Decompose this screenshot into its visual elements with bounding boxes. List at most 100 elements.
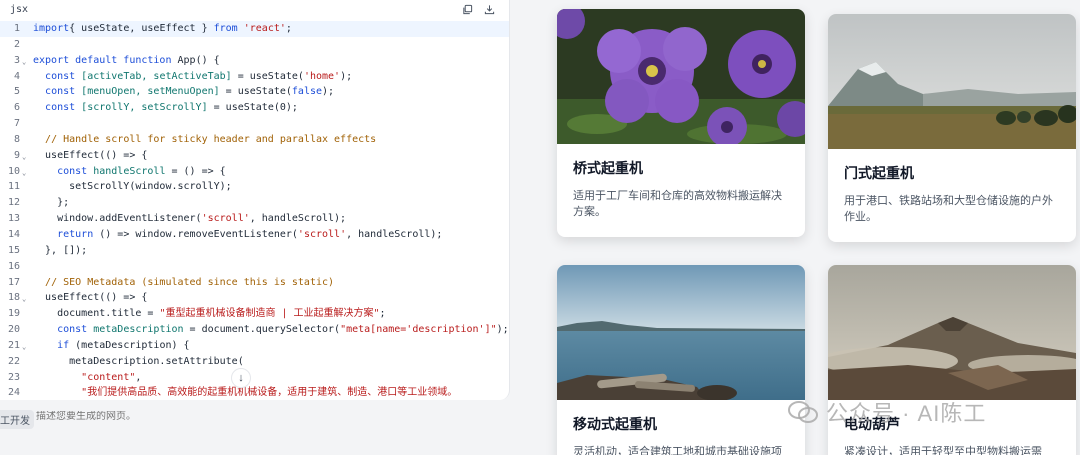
copy-icon[interactable]	[461, 3, 473, 15]
code-text: return () => window.removeEventListener(…	[33, 227, 442, 243]
code-line[interactable]: 14 return () => window.removeEventListen…	[0, 227, 509, 243]
code-token: = document.querySelector(	[183, 324, 341, 336]
code-line[interactable]: 16	[0, 259, 509, 275]
arrow-down-icon: ↓	[238, 372, 244, 384]
code-token: [scrollY, setScrollY]	[81, 102, 208, 114]
code-token: = useState(	[219, 86, 292, 98]
product-card[interactable]: 移动式起重机 灵活机动，适合建筑工地和城市基础设施项	[557, 265, 805, 455]
code-token: "我们提供高品质、高效能的起重机机械设备，适用于建筑、制造、港口等工业领域。	[81, 387, 458, 399]
code-token: = useState(0);	[207, 102, 298, 114]
code-token: {	[69, 23, 82, 34]
code-text: setScrollY(window.scrollY);	[33, 179, 232, 195]
code-token: const	[57, 165, 94, 177]
code-token: 'home'	[303, 70, 341, 82]
product-card[interactable]: 桥式起重机 适用于工厂车间和仓库的高效物料搬运解决方案。	[557, 9, 805, 237]
code-line[interactable]: 4 const [activeTab, setActiveTab] = useS…	[0, 69, 509, 85]
code-line[interactable]: 15 }, []);	[0, 243, 509, 259]
code-line[interactable]: 13 window.addEventListener('scroll', han…	[0, 211, 509, 227]
code-text: export default function App() {	[33, 53, 220, 69]
code-token: (metaDescription) {	[69, 339, 190, 351]
code-line[interactable]: 7	[0, 116, 509, 132]
line-number: 14	[7, 228, 20, 240]
code-line[interactable]: 5 const [menuOpen, setMenuOpen] = useSta…	[0, 84, 509, 100]
card-image-mountain-valley-landscape	[828, 14, 1076, 149]
code-text: if (metaDescription) {	[33, 338, 190, 354]
line-number: 11	[7, 181, 20, 193]
code-line[interactable]: 24 "我们提供高品质、高效能的起重机机械设备，适用于建筑、制造、港口等工业领域…	[0, 385, 509, 400]
code-text: // SEO Metadata (simulated since this is…	[33, 275, 334, 291]
code-token: [menuOpen, setMenuOpen]	[81, 86, 220, 98]
line-number: 19	[7, 308, 20, 320]
code-text: const [menuOpen, setMenuOpen] = useState…	[33, 84, 334, 100]
line-number: 9	[13, 149, 20, 161]
code-token: const	[45, 70, 82, 82]
code-token: , handleScroll);	[249, 213, 347, 225]
code-line[interactable]: 3 ⌄ export default function App() {	[0, 53, 509, 69]
line-number: 20	[7, 324, 20, 336]
code-line[interactable]: 8 // Handle scroll for sticky header and…	[0, 132, 509, 148]
code-line[interactable]: 23 "content",	[0, 370, 509, 386]
code-text: "content",	[33, 370, 141, 386]
code-line[interactable]: 18 ⌄ useEffect(() => {	[0, 290, 509, 306]
code-token: 'scroll'	[201, 213, 250, 225]
code-token: // Handle scroll for sticky header and p…	[45, 133, 377, 145]
line-number: 5	[13, 86, 20, 98]
prompt-input[interactable]	[36, 411, 476, 422]
line-number: 16	[7, 260, 20, 272]
code-line[interactable]: 20 const metaDescription = document.quer…	[0, 322, 509, 338]
code-text: const handleScroll = () => {	[33, 164, 226, 180]
code-text: useEffect(() => {	[33, 290, 147, 306]
line-number: 22	[7, 355, 20, 367]
code-token: metaDescription	[93, 324, 184, 336]
code-token: [activeTab, setActiveTab]	[81, 70, 232, 82]
download-icon[interactable]	[483, 3, 495, 15]
line-number: 21	[7, 339, 20, 351]
code-token: );	[496, 324, 509, 336]
code-text: useEffect(() => {	[33, 148, 147, 164]
mode-chip[interactable]: 工开发	[0, 410, 34, 429]
scroll-down-button[interactable]: ↓	[231, 368, 251, 388]
language-label: jsx	[10, 3, 29, 15]
code-token: document.title =	[33, 308, 160, 320]
code-line[interactable]: 9 ⌄ useEffect(() => {	[0, 148, 509, 164]
code-token: () => window.removeEventListener(	[93, 228, 298, 240]
line-number: 6	[13, 102, 20, 114]
code-line[interactable]: 22 metaDescription.setAttribute(	[0, 354, 509, 370]
code-line[interactable]: 11 setScrollY(window.scrollY);	[0, 179, 509, 195]
card-image-volcano-landscape	[828, 265, 1076, 400]
line-number: 2	[13, 38, 20, 50]
code-token: }	[195, 23, 214, 34]
code-line[interactable]: 17 // SEO Metadata (simulated since this…	[0, 275, 509, 291]
line-number: 12	[7, 197, 20, 209]
wechat-icon	[788, 401, 818, 423]
code-token: return	[57, 228, 94, 240]
preview-panel: 桥式起重机 适用于工厂车间和仓库的高效物料搬运解决方案。 门式起重机 用于港口、…	[534, 0, 1080, 455]
code-text: // Handle scroll for sticky header and p…	[33, 132, 376, 148]
code-text: }, []);	[33, 243, 87, 259]
code-text: metaDescription.setAttribute(	[33, 354, 244, 370]
code-line[interactable]: 21 ⌄ if (metaDescription) {	[0, 338, 509, 354]
code-line[interactable]: 1 import{ useState, useEffect } from 'rea…	[0, 21, 509, 37]
editor-toolbar	[461, 3, 495, 15]
product-card[interactable]: 门式起重机 用于港口、铁路站场和大型仓储设施的户外作业。	[828, 14, 1076, 242]
code-line[interactable]: 12 };	[0, 195, 509, 211]
code-line[interactable]: 19 document.title = "重型起重机械设备制造商 | 工业起重解…	[0, 306, 509, 322]
code-text: const [activeTab, setActiveTab] = useSta…	[33, 69, 352, 85]
code-line[interactable]: 2	[0, 37, 509, 53]
line-number: 17	[7, 276, 20, 288]
line-number: 18	[7, 292, 20, 304]
line-number: 15	[7, 244, 20, 256]
code-line[interactable]: 10 ⌄ const handleScroll = () => {	[0, 164, 509, 180]
code-text: window.addEventListener('scroll', handle…	[33, 211, 346, 227]
code-line[interactable]: 6 const [scrollY, setScrollY] = useState…	[0, 100, 509, 116]
prompt-bar: 工开发	[0, 400, 515, 455]
code-text: document.title = "重型起重机械设备制造商 | 工业起重解决方案…	[33, 306, 386, 322]
code-area[interactable]: 1 import{ useState, useEffect } from 'rea…	[0, 21, 509, 400]
code-token: ;	[285, 23, 292, 34]
